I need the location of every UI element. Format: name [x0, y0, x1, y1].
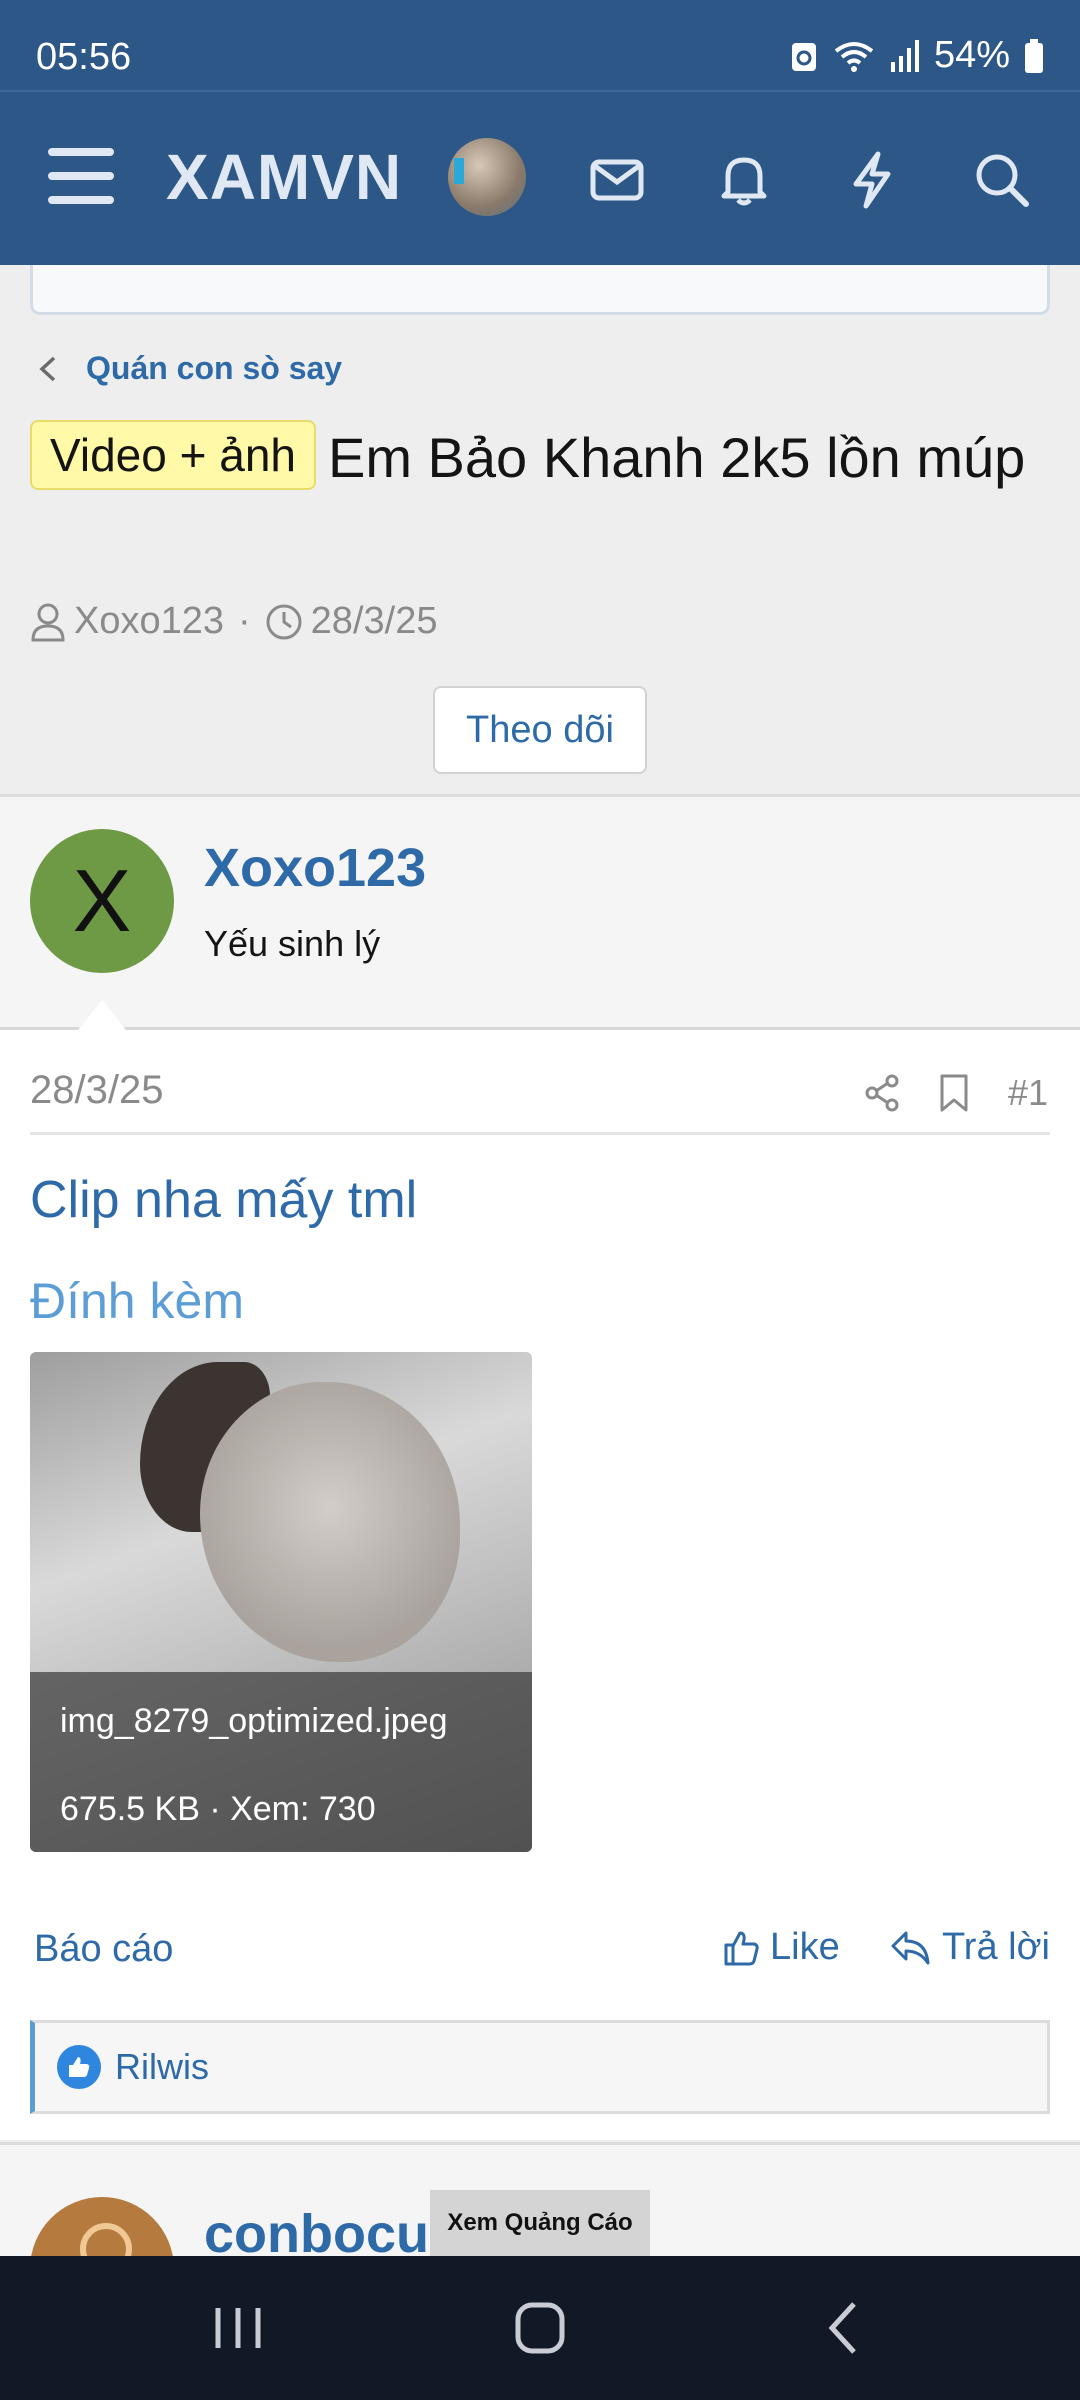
reply-icon [891, 1931, 930, 1964]
reactions-bar[interactable]: Rilwis [30, 2020, 1050, 2114]
breadcrumb-forum-link[interactable]: Quán con sò say [86, 350, 342, 387]
divider [30, 1132, 1050, 1135]
back-icon[interactable] [804, 2296, 884, 2360]
reply-button[interactable]: Trả lời [890, 1926, 1050, 1969]
post-body-text: Clip nha mấy tml [30, 1171, 418, 1229]
liked-by-user[interactable]: Rilwis [115, 2046, 209, 2088]
bell-icon[interactable] [712, 148, 776, 212]
like-reaction-icon [57, 2045, 101, 2089]
account-avatar[interactable] [448, 138, 526, 216]
thread-meta: Xoxo123 · 28/3/25 [30, 600, 437, 643]
search-icon[interactable] [970, 148, 1034, 212]
search-panel-edge [30, 265, 1050, 315]
status-bar: 05:56 54% [0, 0, 1080, 90]
post-author-name[interactable]: Xoxo123 [204, 837, 426, 899]
thread-prefix-tag[interactable]: Video + ảnh [30, 420, 316, 490]
bookmark-icon[interactable] [938, 1073, 970, 1113]
photo-face-shape [200, 1382, 460, 1662]
app-header: XAMVN [0, 90, 1080, 265]
attachment-info: 675.5 KB · Xem: 730 [60, 1790, 376, 1828]
avatar[interactable]: X [30, 829, 174, 973]
like-button[interactable]: Like [722, 1926, 840, 1969]
thread-title-text: Em Bảo Khanh 2k5 lồn múp [328, 426, 1026, 489]
user-icon [31, 603, 65, 641]
user-title: Yếu sinh lý [204, 923, 381, 964]
battery-icon [1025, 38, 1043, 73]
battery-percent: 54% [933, 34, 1010, 76]
signal-icon [890, 39, 919, 72]
follow-button[interactable]: Theo dõi [433, 686, 647, 774]
attachment-filename: img_8279_optimized.jpeg [60, 1702, 448, 1740]
avatar[interactable] [30, 2197, 174, 2256]
reply-label: Trả lời [942, 1926, 1050, 1968]
attachments-heading: Đính kèm [30, 1273, 244, 1329]
chevron-left-icon [39, 356, 56, 381]
menu-icon[interactable] [48, 148, 114, 204]
post-actions: #1 [864, 1072, 1048, 1114]
like-label: Like [770, 1926, 840, 1968]
thread-author[interactable]: Xoxo123 [74, 600, 224, 643]
recent-apps-icon[interactable] [198, 2296, 278, 2360]
mail-icon[interactable] [585, 148, 649, 212]
thread-title: Video + ảnh Em Bảo Khanh 2k5 lồn múp [30, 416, 1030, 500]
attachment-thumbnail[interactable]: img_8279_optimized.jpeg 675.5 KB · Xem: … [30, 1352, 532, 1852]
home-icon[interactable] [500, 2296, 580, 2360]
thread-date[interactable]: 28/3/25 [311, 600, 438, 643]
post-number[interactable]: #1 [1008, 1072, 1048, 1114]
wifi-icon [834, 41, 874, 72]
post: 28/3/25 #1 Clip nha mấy tml Đính kèm img… [0, 1030, 1080, 2140]
share-icon[interactable] [864, 1073, 900, 1113]
status-time: 05:56 [36, 36, 132, 78]
thumbs-up-icon [724, 1931, 759, 1965]
site-logo[interactable]: XAMVN [166, 140, 402, 214]
recycle-icon [791, 42, 816, 71]
post-footer: Báo cáo Like Trả lời [0, 1920, 1080, 1990]
breadcrumb[interactable]: Quán con sò say [36, 350, 342, 387]
post-pointer-arrow [78, 1000, 126, 1030]
report-link[interactable]: Báo cáo [34, 1928, 173, 1971]
bolt-icon[interactable] [840, 148, 904, 212]
clock-icon [266, 604, 302, 639]
view-ad-button[interactable]: Xem Quảng Cáo [430, 2190, 650, 2256]
meta-separator: · [238, 600, 251, 642]
post-date[interactable]: 28/3/25 [30, 1068, 163, 1113]
next-post-author-name[interactable]: conbocuc [204, 2203, 459, 2256]
attachment-overlay: img_8279_optimized.jpeg 675.5 KB · Xem: … [30, 1672, 532, 1852]
system-navigation-bar [0, 2256, 1080, 2400]
post-user-block: X Xoxo123 Yếu sinh lý [0, 794, 1080, 1030]
status-icons: 54% [790, 34, 1044, 77]
